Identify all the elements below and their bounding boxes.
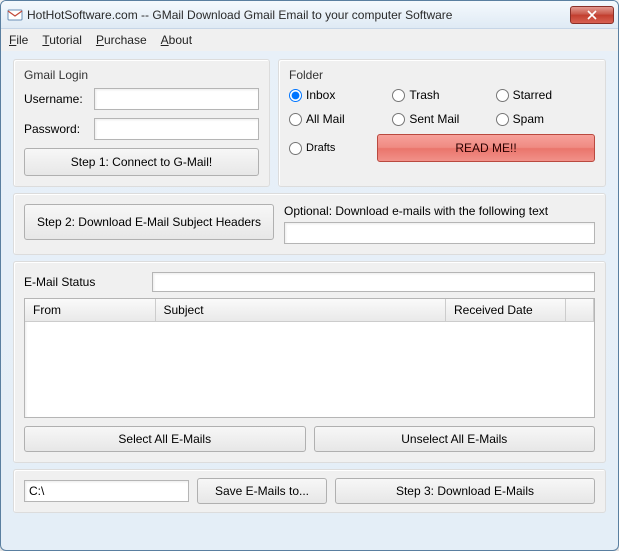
radio-spam[interactable]: Spam xyxy=(496,112,595,126)
menu-tutorial[interactable]: Tutorial xyxy=(42,33,82,47)
status-label: E-Mail Status xyxy=(24,275,144,289)
folder-panel: Folder Inbox Trash Starred All Mail Sent… xyxy=(278,59,606,187)
optional-input[interactable] xyxy=(284,222,595,244)
unselect-all-button[interactable]: Unselect All E-Mails xyxy=(314,426,596,452)
folder-legend: Folder xyxy=(289,68,595,82)
optional-label: Optional: Download e-mails with the foll… xyxy=(284,204,595,218)
close-button[interactable] xyxy=(570,6,614,24)
password-label: Password: xyxy=(24,122,94,136)
menubar: File Tutorial Purchase About xyxy=(1,29,618,51)
client-area: Gmail Login Username: Password: Step 1: … xyxy=(1,51,618,523)
th-subject[interactable]: Subject xyxy=(155,299,446,321)
menu-file[interactable]: File xyxy=(9,33,28,47)
radio-allmail[interactable]: All Mail xyxy=(289,112,388,126)
save-panel: Save E-Mails to... Step 3: Download E-Ma… xyxy=(13,469,606,513)
step3-button[interactable]: Step 3: Download E-Mails xyxy=(335,478,595,504)
save-path-input[interactable] xyxy=(24,480,189,502)
radio-starred[interactable]: Starred xyxy=(496,88,595,102)
main-window: HotHotSoftware.com -- GMail Download Gma… xyxy=(0,0,619,551)
save-to-button[interactable]: Save E-Mails to... xyxy=(197,478,327,504)
connect-button[interactable]: Step 1: Connect to G-Mail! xyxy=(24,148,259,176)
radio-inbox[interactable]: Inbox xyxy=(289,88,388,102)
menu-purchase[interactable]: Purchase xyxy=(96,33,147,47)
select-all-button[interactable]: Select All E-Mails xyxy=(24,426,306,452)
menu-about[interactable]: About xyxy=(161,33,192,47)
login-legend: Gmail Login xyxy=(24,68,259,82)
email-table[interactable]: From Subject Received Date xyxy=(24,298,595,418)
radio-sentmail[interactable]: Sent Mail xyxy=(392,112,491,126)
th-spacer xyxy=(566,299,594,321)
step2-button[interactable]: Step 2: Download E-Mail Subject Headers xyxy=(24,204,274,240)
titlebar: HotHotSoftware.com -- GMail Download Gma… xyxy=(1,1,618,29)
username-label: Username: xyxy=(24,92,94,106)
password-input[interactable] xyxy=(94,118,259,140)
radio-trash[interactable]: Trash xyxy=(392,88,491,102)
app-icon xyxy=(7,7,23,23)
status-field[interactable] xyxy=(152,272,595,292)
readme-button[interactable]: READ ME!! xyxy=(377,134,595,162)
step2-panel: Step 2: Download E-Mail Subject Headers … xyxy=(13,193,606,255)
radio-drafts[interactable]: Drafts xyxy=(289,142,369,155)
th-from[interactable]: From xyxy=(25,299,155,321)
status-panel: E-Mail Status From Subject R xyxy=(13,261,606,463)
login-panel: Gmail Login Username: Password: Step 1: … xyxy=(13,59,270,187)
th-received[interactable]: Received Date xyxy=(446,299,566,321)
window-title: HotHotSoftware.com -- GMail Download Gma… xyxy=(27,8,570,22)
username-input[interactable] xyxy=(94,88,259,110)
